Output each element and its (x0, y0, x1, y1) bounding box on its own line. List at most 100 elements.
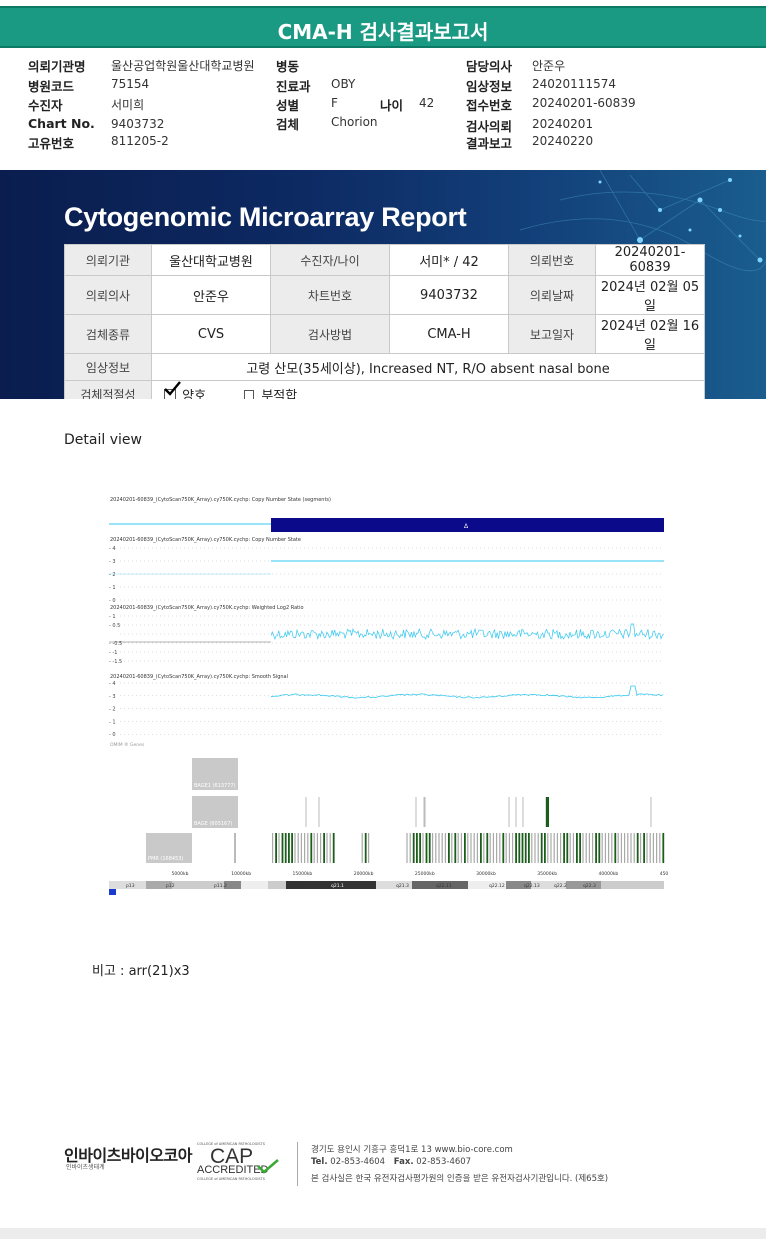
checkbox-good[interactable] (164, 380, 181, 399)
footer: 인바이츠바이오코아 인바이츠생태계 COLLEGE of AMERICAN PA… (0, 1138, 766, 1198)
gene-mark (473, 833, 475, 863)
gene-mark (627, 833, 629, 863)
x-axis: 5000kb 10000kb 15000kb 20000kb 25000kb 30000k… (172, 871, 668, 877)
x-tick-label: 20000kb (354, 871, 374, 877)
gene-mark (563, 833, 565, 863)
gene-mark (528, 833, 530, 863)
band-label: p13 (126, 883, 135, 889)
gene-mark (460, 833, 462, 863)
gene-mark (464, 833, 466, 863)
x-tick-label: 40000kb (599, 871, 619, 877)
gene-mark (524, 833, 527, 863)
gene-mark (272, 833, 274, 863)
gene-mark (486, 833, 489, 863)
band-label: q22.11 (436, 883, 452, 889)
gene-mark (537, 833, 539, 863)
band-label: q21.1 (331, 883, 344, 889)
remark-value: arr(21)x3 (128, 964, 190, 979)
gene-mark (662, 833, 665, 863)
gene-mark (515, 833, 517, 863)
tel-label: Tel. (311, 1157, 328, 1167)
gene-mark (320, 833, 322, 863)
k-date: 의뢰날짜 (508, 275, 596, 315)
y-tick-label: - 3 (109, 694, 116, 700)
gene-mark (304, 833, 306, 863)
gene-mark (323, 833, 325, 863)
gene-track (234, 797, 665, 863)
gene-mark (582, 833, 584, 863)
report-title-bar: CMA-H 검사결과보고서 (0, 6, 766, 48)
gene-mark (499, 833, 501, 863)
remark: 비고 : arr(21)x3 (92, 960, 190, 979)
footer-divider (297, 1142, 298, 1186)
gene-mark (368, 833, 370, 863)
gene-mark (278, 833, 280, 863)
company-sub: 인바이츠생태계 (66, 1164, 105, 1171)
gene-mark (448, 833, 450, 863)
label-dept: 진료과 (276, 79, 311, 94)
smooth-axis: - 4 - 3 - 2 - 1 - 0 (109, 681, 664, 738)
band-label: q11.2 (286, 883, 299, 889)
gene-mark (300, 833, 302, 863)
x-tick-label: 5000kb (172, 871, 189, 877)
checkbox-bad[interactable] (244, 389, 255, 399)
label-doctor: 담당의사 (466, 59, 513, 74)
gene-pmr-label: PMR (168453) (148, 856, 183, 862)
gene-mark (332, 833, 335, 863)
panel-label-log2: 20240201-60839_(CytoScan750K_Array).cy75… (110, 605, 304, 611)
k-doctor: 의뢰의사 (64, 275, 152, 315)
cap-bottom-text: COLLEGE of AMERICAN PATHOLOGISTS (197, 1177, 265, 1181)
adequacy-options: 양호 부적합 (151, 380, 705, 400)
gene-mark (550, 833, 552, 863)
gene-mark (508, 833, 510, 863)
x-tick-label: 35000kb (537, 871, 557, 877)
gene-mark (480, 833, 482, 863)
gene-mark (518, 833, 521, 863)
band-label: q22.12 (489, 883, 505, 889)
ideogram-band (241, 881, 268, 889)
gene-mark (556, 833, 558, 863)
footer-cert: 본 검사실은 한국 유전자검사평가원의 인증을 받은 유전자검사기관입니다. (… (311, 1174, 609, 1184)
report-banner: Cytogenomic Microarray Report 의뢰기관 울산대학교… (0, 170, 766, 399)
k-method: 검사방법 (270, 314, 390, 354)
y-tick-label: - 1 (109, 585, 116, 591)
gene-mark (409, 833, 411, 863)
gene-mark (467, 833, 469, 863)
gene-mark (435, 833, 437, 863)
gene-mark (470, 833, 472, 863)
value-doctor: 안준우 (532, 59, 566, 73)
gene-mark (640, 833, 642, 863)
remark-label: 비고 : (92, 964, 125, 979)
option-bad-label: 부적합 (261, 388, 298, 400)
gene-mark (505, 833, 507, 863)
gene-mark (636, 833, 639, 863)
gene-mark (316, 833, 318, 863)
microarray-chart: 20240201-60839_(CytoScan750K_Array).cy75… (109, 497, 668, 895)
panel-label-smooth: 20240201-60839_(CytoScan750K_Array).cy75… (110, 674, 288, 680)
v-rdate: 2024년 02월 16일 (595, 314, 705, 354)
log2-axis: - 1- 0.5- -0.5- -1- -1.5 (109, 614, 664, 665)
omim-label: OMIM ® Genes (110, 741, 145, 748)
gene-mark (234, 833, 236, 863)
band-label: q21.3 (396, 883, 409, 889)
value-specimen: Chorion (331, 115, 378, 129)
gene-mark (496, 833, 498, 863)
value-patient: 서미희 (111, 98, 145, 112)
gene-mark (540, 833, 543, 863)
v-no: 20240201-60839 (595, 244, 705, 276)
label-ward: 병동 (276, 59, 300, 74)
gene-mark (566, 833, 569, 863)
cn-state-axis: - 4 - 3 - 2 - 1 - 0 (109, 546, 664, 604)
gene-mark (649, 833, 651, 863)
x-tick-label: 30000kb (476, 871, 496, 877)
label-org: 의뢰기관명 (28, 59, 86, 74)
v-date: 2024년 02월 05일 (595, 275, 705, 315)
ideogram-band (601, 881, 664, 889)
gene-mark (579, 833, 581, 863)
band-label: q22.2 (554, 883, 567, 889)
gene-mark (310, 833, 313, 863)
gene-mark (614, 833, 617, 863)
label-patient: 수진자 (28, 98, 63, 113)
value-uid: 811205-2 (111, 134, 169, 148)
label-specimen: 검체 (276, 117, 300, 132)
